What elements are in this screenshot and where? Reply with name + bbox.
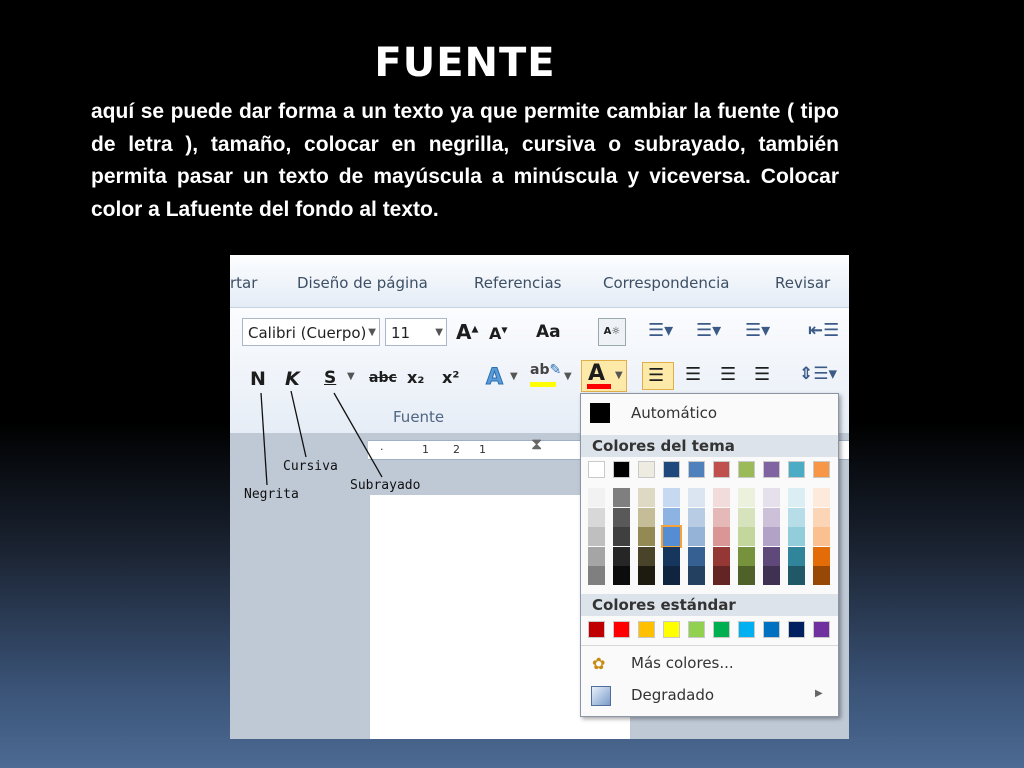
- standard-color-swatch[interactable]: [763, 621, 780, 638]
- theme-shade-swatch[interactable]: [813, 566, 830, 585]
- annotation-negrita: Negrita: [244, 487, 299, 502]
- theme-shade-swatch[interactable]: [713, 507, 730, 527]
- theme-shade-swatch[interactable]: [588, 566, 605, 585]
- menu-item-gradient[interactable]: Degradado: [631, 686, 714, 704]
- annotation-cursiva: Cursiva: [283, 459, 338, 474]
- font-color-dropdown: Automático Colores del tema Colores está…: [580, 393, 839, 717]
- standard-colors-header: Colores estándar: [581, 594, 838, 616]
- theme-shade-swatch[interactable]: [713, 527, 730, 546]
- theme-shade-swatch[interactable]: [713, 566, 730, 585]
- theme-color-swatch[interactable]: [788, 461, 805, 478]
- theme-shade-swatch[interactable]: [763, 566, 780, 585]
- standard-color-swatch[interactable]: [738, 621, 755, 638]
- theme-shade-swatch[interactable]: [738, 488, 755, 507]
- theme-shade-swatch[interactable]: [688, 488, 705, 507]
- palette-icon: ✿: [592, 654, 606, 673]
- theme-shade-swatch[interactable]: [788, 546, 805, 566]
- theme-shade-swatch[interactable]: [613, 546, 630, 566]
- theme-color-swatch[interactable]: [663, 461, 680, 478]
- standard-color-swatch[interactable]: [713, 621, 730, 638]
- theme-shade-swatch[interactable]: [788, 527, 805, 546]
- menu-item-more-colors[interactable]: Más colores...: [631, 654, 734, 672]
- theme-shade-swatch[interactable]: [638, 527, 655, 546]
- theme-shade-swatch[interactable]: [688, 527, 705, 546]
- theme-shade-swatch[interactable]: [738, 507, 755, 527]
- theme-shade-swatch[interactable]: [688, 507, 705, 527]
- standard-color-swatch[interactable]: [588, 621, 605, 638]
- theme-color-swatch[interactable]: [638, 461, 655, 478]
- theme-shade-swatch[interactable]: [713, 488, 730, 507]
- theme-shade-swatch[interactable]: [613, 488, 630, 507]
- theme-color-swatch[interactable]: [588, 461, 605, 478]
- theme-shade-swatch[interactable]: [588, 546, 605, 566]
- theme-shade-swatch[interactable]: [663, 488, 680, 507]
- theme-shade-swatch[interactable]: [638, 546, 655, 566]
- word-ribbon-screenshot: rtar Diseño de página Referencias Corres…: [230, 255, 849, 739]
- theme-shade-swatch[interactable]: [813, 546, 830, 566]
- theme-shade-swatch[interactable]: [638, 488, 655, 507]
- theme-shade-swatch[interactable]: [738, 566, 755, 585]
- theme-color-swatch[interactable]: [713, 461, 730, 478]
- slide-description: aquí se puede dar forma a un texto ya qu…: [91, 100, 839, 221]
- menu-item-automatic[interactable]: Automático: [631, 404, 717, 422]
- theme-shade-swatch[interactable]: [588, 527, 605, 546]
- theme-color-swatch[interactable]: [738, 461, 755, 478]
- theme-shade-swatch[interactable]: [663, 546, 680, 566]
- theme-shade-swatch[interactable]: [813, 488, 830, 507]
- theme-shade-swatch[interactable]: [813, 507, 830, 527]
- theme-shade-swatch[interactable]: [663, 566, 680, 585]
- standard-color-swatch[interactable]: [813, 621, 830, 638]
- theme-shade-swatch[interactable]: [588, 488, 605, 507]
- theme-shade-swatch[interactable]: [763, 527, 780, 546]
- theme-shade-swatch[interactable]: [613, 527, 630, 546]
- chevron-right-icon: ▶: [815, 688, 823, 699]
- gradient-icon: [591, 686, 611, 706]
- theme-shade-swatch[interactable]: [613, 566, 630, 585]
- theme-shade-swatch[interactable]: [763, 507, 780, 527]
- theme-shade-swatch[interactable]: [788, 488, 805, 507]
- theme-color-swatch[interactable]: [763, 461, 780, 478]
- theme-shade-swatch[interactable]: [688, 566, 705, 585]
- theme-shade-swatch[interactable]: [661, 525, 682, 548]
- annotation-subrayado: Subrayado: [350, 478, 421, 493]
- theme-shade-swatch[interactable]: [613, 507, 630, 527]
- theme-shade-swatch[interactable]: [763, 546, 780, 566]
- standard-color-swatch[interactable]: [688, 621, 705, 638]
- theme-colors-header: Colores del tema: [581, 435, 838, 457]
- theme-shade-swatch[interactable]: [638, 507, 655, 527]
- theme-color-swatch[interactable]: [613, 461, 630, 478]
- theme-color-swatch[interactable]: [688, 461, 705, 478]
- theme-color-swatch[interactable]: [813, 461, 830, 478]
- theme-shade-swatch[interactable]: [738, 527, 755, 546]
- theme-shade-swatch[interactable]: [813, 527, 830, 546]
- theme-shade-swatch[interactable]: [688, 546, 705, 566]
- theme-shade-swatch[interactable]: [713, 546, 730, 566]
- theme-shade-swatch[interactable]: [763, 488, 780, 507]
- menu-divider: [581, 645, 838, 646]
- theme-shade-swatch[interactable]: [738, 546, 755, 566]
- theme-shade-swatch[interactable]: [663, 507, 680, 527]
- theme-shade-swatch[interactable]: [638, 566, 655, 585]
- standard-color-swatch[interactable]: [638, 621, 655, 638]
- automatic-color-swatch[interactable]: [590, 403, 610, 423]
- theme-shade-swatch[interactable]: [788, 566, 805, 585]
- theme-shade-swatch[interactable]: [788, 507, 805, 527]
- theme-shade-swatch[interactable]: [588, 507, 605, 527]
- standard-color-swatch[interactable]: [613, 621, 630, 638]
- standard-color-swatch[interactable]: [663, 621, 680, 638]
- standard-color-swatch[interactable]: [788, 621, 805, 638]
- slide-title: FUENTE: [374, 40, 556, 86]
